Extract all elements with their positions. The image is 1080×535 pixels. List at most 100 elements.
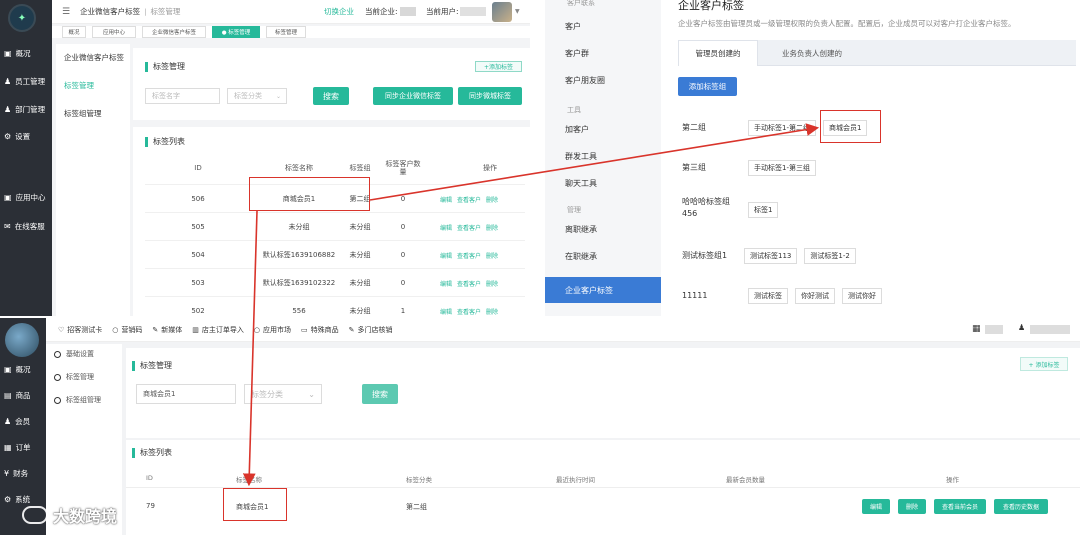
tl-action-link-2[interactable]: 删除	[486, 195, 498, 204]
tl-action-link-2[interactable]: 删除	[486, 223, 498, 232]
bt-search-button[interactable]: 搜索	[362, 384, 398, 404]
tr-menu-item[interactable]: 客户群	[565, 45, 589, 61]
sync-wx-tags-button[interactable]: 同步微城标签	[458, 87, 522, 105]
tl-action-link-2[interactable]: 删除	[486, 307, 498, 316]
username-redacted	[1030, 325, 1070, 334]
tl-nav-tab-0[interactable]: 概况	[62, 26, 86, 38]
tr-tag-chip[interactable]: 你好测试	[795, 288, 835, 304]
tl-subnav-item-1[interactable]: 标签管理	[64, 80, 94, 91]
tl-sidebar: ✦ ▣ 概况 ♟ 员工管理 ♟ 部门管理 ⚙ 设置 ▣ 应用中心 ✉ 在线客服	[0, 0, 52, 316]
tag-name-search-input[interactable]: 标签名字	[145, 88, 220, 104]
bt-tag-search-input[interactable]: 商城会员1	[136, 384, 236, 404]
tl-sidebar-item-4[interactable]: ▣ 应用中心	[4, 192, 46, 203]
tl-sidebar-item-2[interactable]: ♟ 部门管理	[4, 104, 45, 115]
tl-action-link-1[interactable]: 查看客户	[457, 223, 481, 232]
tr-tag-chip[interactable]: 手动标签1-第二组	[748, 120, 816, 136]
tl-action-link-0[interactable]: 编辑	[440, 279, 452, 288]
bt-add-tag-button[interactable]: + 添加标签	[1020, 357, 1068, 371]
bt-topnav-label: 店主订单导入	[201, 326, 244, 334]
tl-sidebar-item-1[interactable]: ♟ 员工管理	[4, 76, 45, 87]
tl-action-link-0[interactable]: 编辑	[440, 307, 452, 316]
chevron-down-icon: ⌄	[275, 92, 281, 100]
tr-tag-chip[interactable]: 手动标签1-第三组	[748, 160, 816, 176]
tr-menu-item[interactable]: 群发工具	[565, 148, 597, 164]
bt-subnav-item-2[interactable]: 标签组管理	[54, 395, 101, 405]
avatar[interactable]: ✦	[8, 4, 36, 32]
tag-category-select[interactable]: 标签分类 ⌄	[227, 88, 287, 104]
user-dropdown-icon[interactable]: ▼	[515, 8, 520, 15]
bt-topnav-label: 多门店核销	[357, 326, 393, 334]
bt-topnav-item-2[interactable]: ✎ 新媒体	[152, 325, 182, 335]
switch-company-link[interactable]: 切换企业	[324, 6, 354, 17]
tl-action-link-1[interactable]: 查看客户	[457, 279, 481, 288]
bt-topnav-item-1[interactable]: ○ 营销码	[112, 325, 142, 335]
tl-sidebar-item-3[interactable]: ⚙ 设置	[4, 131, 30, 142]
bt-subnav-item-0[interactable]: 基础设置	[54, 349, 94, 359]
tl-action-link-0[interactable]: 编辑	[440, 223, 452, 232]
tr-menu-item-active[interactable]: 企业客户标签	[545, 277, 661, 303]
tl-subnav-item-2[interactable]: 标签组管理	[64, 108, 102, 119]
tr-menu-item[interactable]: 客户朋友圈	[565, 72, 605, 88]
bt-topnav-item-3[interactable]: ▥ 店主订单导入	[192, 325, 244, 335]
tl-action-link-2[interactable]: 删除	[486, 251, 498, 260]
sync-corp-tags-button[interactable]: 同步企业微信标签	[373, 87, 453, 105]
menu-toggle-icon[interactable]: ☰	[62, 7, 70, 17]
bt-sidebar-item-2[interactable]: ♟ 会员	[4, 416, 30, 427]
tr-group-name: 第三组	[682, 163, 706, 172]
tr-menu-item[interactable]: 客户	[565, 18, 581, 34]
tl-nav-tab-3[interactable]: ● 标签管理	[212, 26, 260, 38]
grid-menu-icon[interactable]: ▦	[972, 324, 981, 334]
tl-action-link-0[interactable]: 编辑	[440, 195, 452, 204]
tab-owner-created[interactable]: 业务负责人创建的	[762, 40, 862, 66]
tl-action-link-0[interactable]: 编辑	[440, 251, 452, 260]
tl-nav-tab-4[interactable]: 标签管理	[266, 26, 306, 38]
bt-sidebar-item-0[interactable]: ▣ 概况	[4, 364, 31, 375]
tr-tag-chip[interactable]: 标签1	[748, 202, 779, 218]
tr-tag-chip[interactable]: 测试你好	[842, 288, 882, 304]
bt-category-select[interactable]: 标签分类 ⌄	[244, 384, 322, 404]
bt-sidebar-item-4[interactable]: ¥ 财务	[4, 468, 28, 479]
bt-topnav-item-0[interactable]: ♡ 招客测试卡	[58, 325, 102, 335]
bt-topnav-item-6[interactable]: ✎ 多门店核销	[349, 325, 393, 335]
bt-action-button-2[interactable]: 查看当前会员	[934, 499, 986, 514]
bt-action-button-1[interactable]: 删除	[898, 499, 926, 514]
user-icon[interactable]: ♟	[1018, 323, 1025, 332]
bt-sidebar-label: 订单	[15, 443, 31, 452]
tr-menu-item[interactable]: 聊天工具	[565, 175, 597, 191]
tl-action-link-1[interactable]: 查看客户	[457, 307, 481, 316]
tl-subnav-item-0[interactable]: 企业微信客户标签	[64, 52, 124, 63]
tl-nav-tab-1[interactable]: 应用中心	[92, 26, 136, 38]
tl-cell-count: 0	[400, 279, 406, 287]
tr-menu-item[interactable]: 加客户	[565, 121, 589, 137]
tl-action-link-2[interactable]: 删除	[486, 279, 498, 288]
user-avatar[interactable]	[492, 2, 512, 22]
bt-topnav-item-5[interactable]: ▭ 特殊商品	[301, 325, 339, 335]
tl-sidebar-item-5[interactable]: ✉ 在线客服	[4, 221, 45, 232]
tr-tag-chip[interactable]: 测试标签	[748, 288, 788, 304]
bt-subnav-item-1[interactable]: 标签管理	[54, 372, 94, 382]
bt-action-button-3[interactable]: 查看历史数据	[994, 499, 1048, 514]
bt-sidebar-item-1[interactable]: ▤ 商品	[4, 390, 31, 401]
bt-subnav-label: 标签管理	[66, 373, 94, 381]
bt-col-header: 标签名称	[236, 476, 262, 484]
tl-sidebar-item-0[interactable]: ▣ 概况	[4, 48, 31, 59]
tl-row-actions: 编辑 查看客户 删除	[440, 251, 503, 260]
add-tag-button[interactable]: +添加标签	[475, 61, 522, 72]
tl-nav-tab-2[interactable]: 企业微信客户标签	[142, 26, 206, 38]
tl-action-link-1[interactable]: 查看客户	[457, 195, 481, 204]
bt-action-button-0[interactable]: 编辑	[862, 499, 890, 514]
tab-admin-created[interactable]: 管理员创建的	[678, 40, 758, 66]
tr-menu-item[interactable]: 在职继承	[565, 248, 597, 264]
tr-tag-chip[interactable]: 测试标签113	[744, 248, 798, 264]
add-tag-group-button[interactable]: 添加标签组	[678, 77, 737, 96]
tl-action-link-1[interactable]: 查看客户	[457, 251, 481, 260]
watermark: 大数跨境	[22, 503, 117, 527]
bt-sidebar-item-3[interactable]: ▦ 订单	[4, 442, 31, 453]
tr-menu-item[interactable]: 离职继承	[565, 221, 597, 237]
shop-avatar[interactable]	[5, 323, 39, 357]
highlight-box-bt	[223, 488, 287, 521]
search-button[interactable]: 搜索	[313, 87, 349, 105]
breadcrumb-root[interactable]: 企业微信客户标签	[80, 6, 140, 17]
bt-topnav-item-4[interactable]: ○ 应用市场	[254, 325, 291, 335]
tr-tag-chip[interactable]: 测试标签1-2	[804, 248, 856, 264]
